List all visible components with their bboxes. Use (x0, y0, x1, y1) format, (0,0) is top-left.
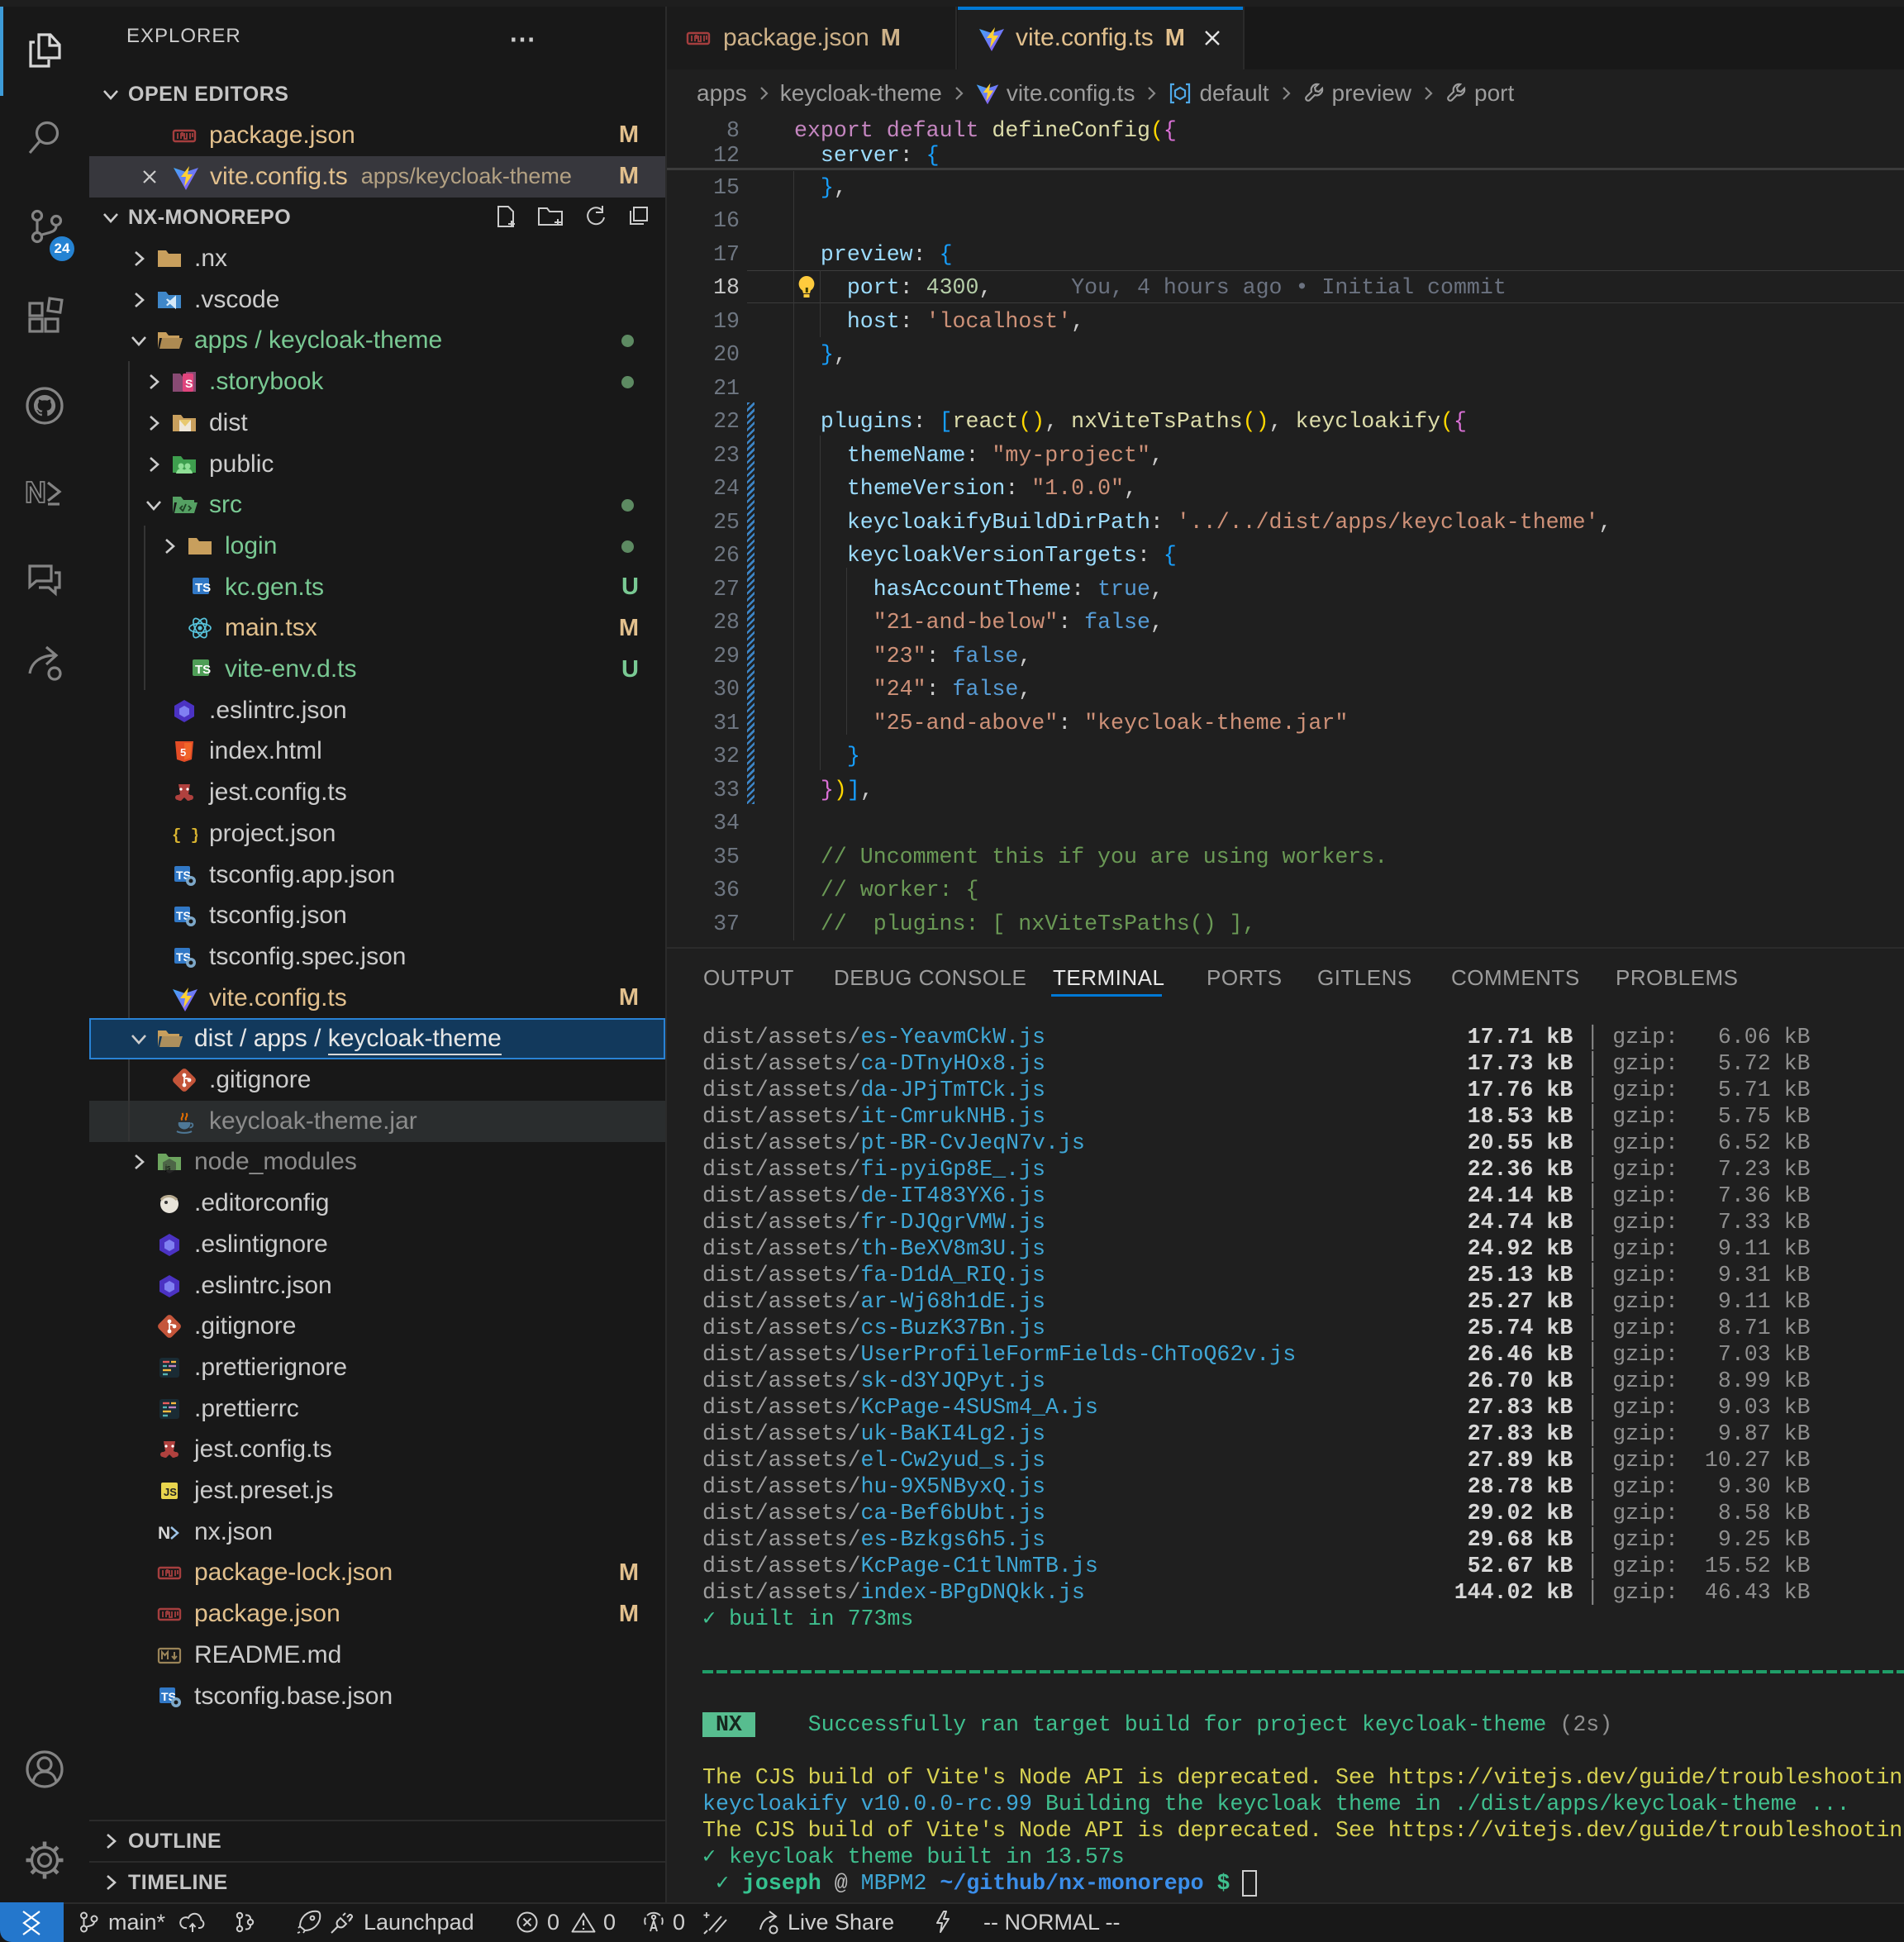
svg-text:js: js (164, 1164, 171, 1172)
svg-text:5: 5 (180, 746, 186, 759)
svg-text:TS: TS (195, 663, 211, 677)
svg-text:N: N (158, 1524, 170, 1543)
svg-text:N: N (25, 475, 46, 509)
svg-text:JS: JS (164, 1486, 177, 1498)
svg-text:{ }: { } (172, 826, 198, 845)
svg-text:TS: TS (195, 581, 211, 595)
svg-text:S: S (185, 377, 193, 390)
